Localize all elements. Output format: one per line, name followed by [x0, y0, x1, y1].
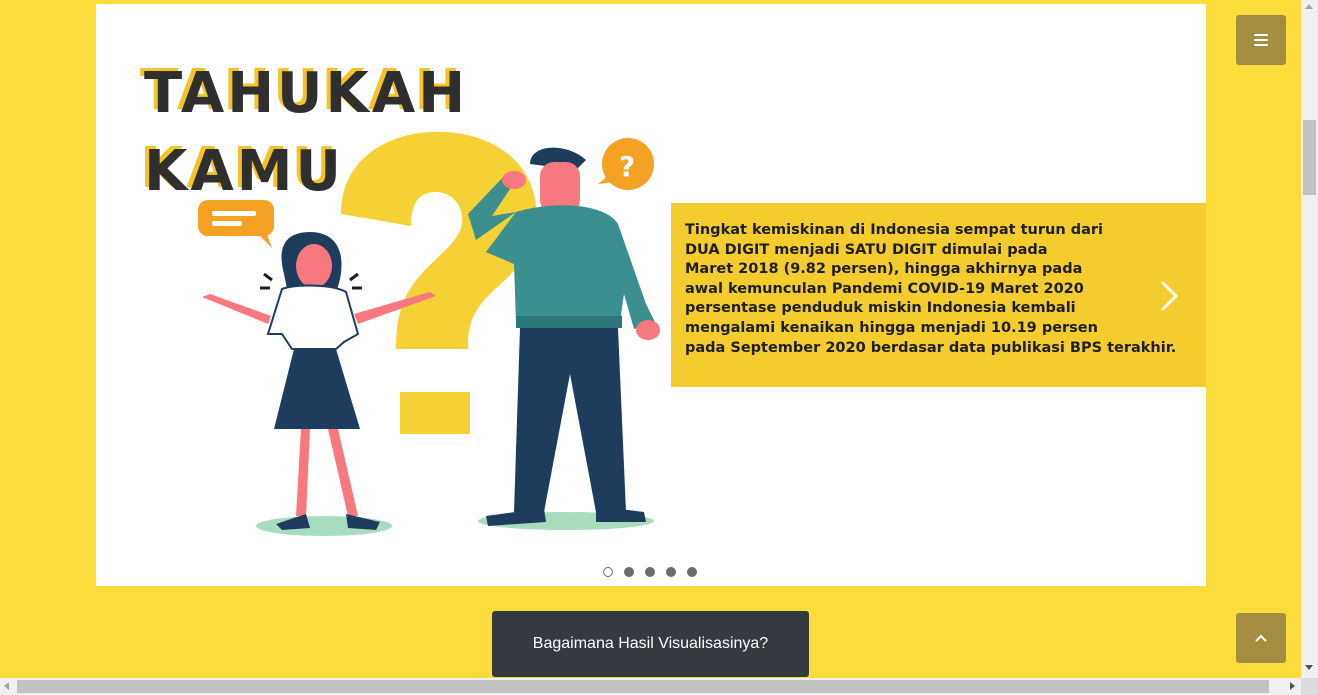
carousel-indicator-1[interactable] [603, 567, 613, 577]
info-box: Tingkat kemiskinan di Indonesia sempat t… [671, 203, 1206, 387]
chevron-right-icon [1160, 280, 1179, 312]
scroll-down-icon[interactable] [1305, 665, 1313, 670]
vertical-scrollbar[interactable] [1301, 0, 1318, 678]
back-to-top-button[interactable] [1236, 613, 1286, 663]
image-carousel[interactable]: ? TAHUKAH KAMU Tingkat kemiskinan di Ind… [96, 4, 1206, 586]
slide-title-line2: KAMU [144, 139, 344, 204]
info-line: DUA DIGIT menjadi SATU DIGIT dimulai pad… [685, 241, 1048, 258]
scroll-left-icon[interactable] [4, 682, 9, 690]
menu-button[interactable] [1236, 15, 1286, 65]
slide-title-line1: TAHUKAH [144, 61, 469, 126]
carousel-indicator-3[interactable] [645, 567, 655, 577]
visualization-button[interactable]: Bagaimana Hasil Visualisasinya? [492, 611, 809, 677]
scroll-up-icon[interactable] [1305, 4, 1313, 9]
scrollbar-corner [1301, 678, 1318, 695]
hamburger-icon [1254, 34, 1268, 46]
horizontal-scrollbar[interactable] [0, 678, 1301, 695]
carousel-indicator-5[interactable] [687, 567, 697, 577]
horizontal-scroll-thumb[interactable] [17, 680, 1269, 693]
info-line: Tingkat kemiskinan di Indonesia sempat t… [685, 222, 1104, 238]
info-line: Maret 2018 (9.82 persen), hingga akhirny… [685, 261, 1083, 278]
chevron-up-icon [1255, 634, 1267, 642]
carousel-indicator-4[interactable] [666, 567, 676, 577]
info-line: mengalami kenaikan hingga menjadi 10.19 … [685, 319, 1098, 336]
svg-text:?: ? [619, 150, 635, 183]
vertical-scroll-thumb[interactable] [1303, 120, 1316, 195]
carousel-indicators [603, 567, 697, 579]
scroll-right-icon[interactable] [1290, 682, 1295, 690]
info-line: persentase penduduk miskin Indonesia kem… [685, 300, 1076, 317]
info-line: awal kemunculan Pandemi COVID-19 Maret 2… [685, 280, 1084, 297]
carousel-next-button[interactable] [1156, 278, 1182, 314]
carousel-indicator-2[interactable] [624, 567, 634, 577]
info-line: pada September 2020 berdasar data publik… [685, 339, 1177, 356]
